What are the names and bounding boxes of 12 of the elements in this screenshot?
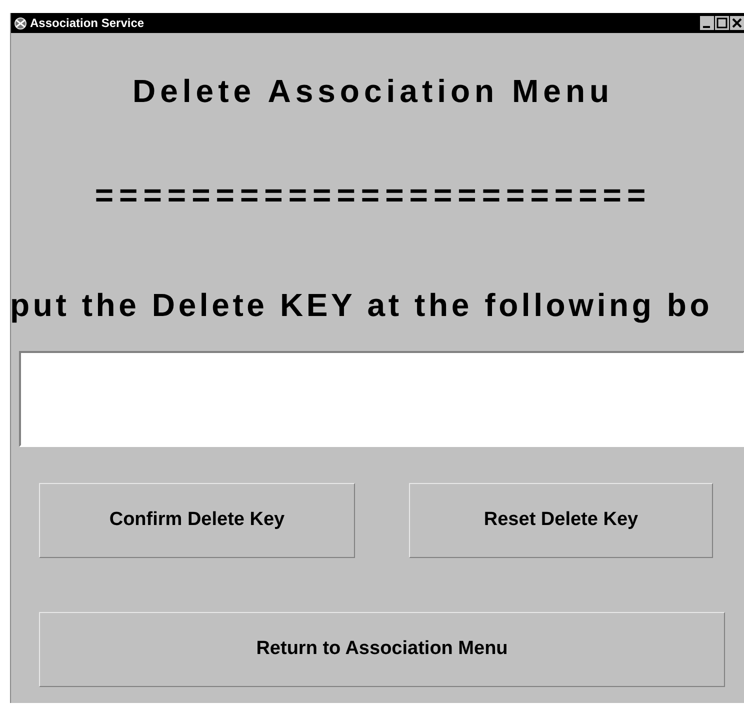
instruction-text: put the Delete KEY at the following bo	[11, 286, 714, 325]
action-button[interactable]: Confirm Delete Key	[39, 483, 355, 558]
separator-text: =======================	[94, 176, 652, 215]
maximize-icon[interactable]	[715, 16, 729, 30]
key-input-field[interactable]	[19, 351, 744, 447]
menu-heading: Delete Association Menu	[131, 72, 615, 111]
return-button[interactable]: Return to Association Menu	[39, 612, 725, 687]
app-icon	[14, 16, 27, 30]
minimize-icon[interactable]	[700, 16, 714, 30]
action-button[interactable]: Reset Delete Key	[409, 483, 713, 558]
close-icon[interactable]	[730, 16, 744, 30]
window-title: Association Service	[30, 15, 144, 32]
